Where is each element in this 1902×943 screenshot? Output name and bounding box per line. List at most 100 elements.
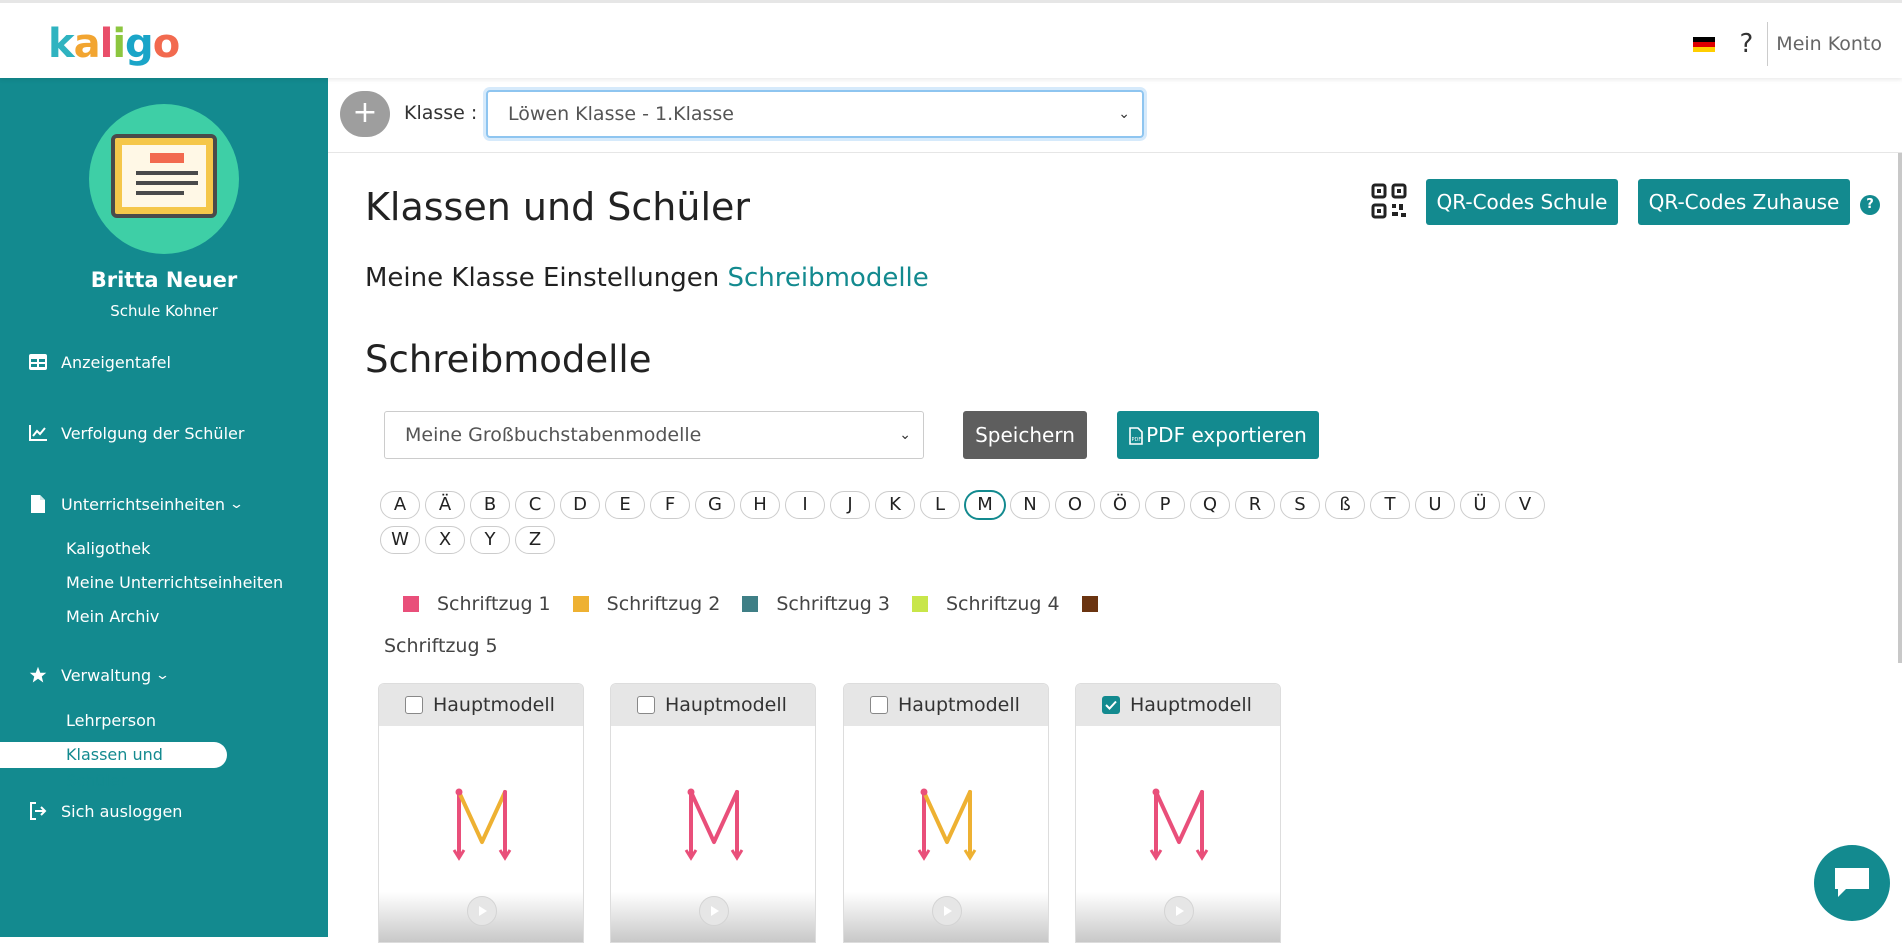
letter-button-2[interactable]: B (470, 491, 510, 519)
sidebar-item-archive[interactable]: Mein Archiv (66, 607, 159, 626)
model-card-label: Hauptmodell (1130, 694, 1252, 716)
play-icon[interactable] (467, 896, 497, 926)
letter-button-24[interactable]: Ü (1460, 491, 1500, 519)
star-icon (28, 665, 48, 685)
model-card-header[interactable]: Hauptmodell (844, 684, 1048, 726)
nav-dashboard[interactable]: Anzeigentafel (0, 352, 171, 372)
sidebar-item-teacher[interactable]: Lehrperson (66, 711, 156, 730)
checkbox-icon[interactable] (870, 696, 888, 714)
qr-codes-school-button[interactable]: QR-Codes Schule (1426, 179, 1618, 225)
model-card-header[interactable]: Hauptmodell (611, 684, 815, 726)
nav-units[interactable]: Unterrichtseinheiten ⌄ (0, 494, 244, 514)
class-select[interactable]: Löwen Klasse - 1.Klasse ⌄ (486, 90, 1144, 138)
avatar (89, 104, 239, 254)
nav-admin[interactable]: Verwaltung ⌄ (0, 665, 171, 685)
document-icon (28, 494, 48, 514)
letter-button-14[interactable]: N (1010, 491, 1050, 519)
export-pdf-button[interactable]: PDF PDF exportieren (1117, 411, 1319, 459)
school-name: Schule Kohner (110, 302, 218, 320)
letter-button-15[interactable]: O (1055, 491, 1095, 519)
letter-button-22[interactable]: T (1370, 491, 1410, 519)
play-icon[interactable] (932, 896, 962, 926)
checkbox-icon[interactable] (405, 696, 423, 714)
scrollbar[interactable] (1898, 153, 1902, 663)
nav-tracking-label: Verfolgung der Schüler (61, 423, 245, 443)
nav-tracking[interactable]: Verfolgung der Schüler (0, 423, 244, 443)
letter-button-9[interactable]: I (785, 491, 825, 519)
letter-m-glyph (684, 788, 744, 861)
model-card[interactable]: Hauptmodell (843, 683, 1049, 943)
stroke-legend: Schriftzug 1 Schriftzug 2 Schriftzug 3 Schr… (403, 593, 1116, 615)
nav-logout[interactable]: Sich ausloggen (0, 801, 182, 821)
letter-button-12[interactable]: L (920, 491, 960, 519)
help-circle-icon[interactable]: ? (1860, 195, 1880, 215)
nav-admin-label: Verwaltung (61, 665, 152, 685)
logo-letter: a (73, 21, 101, 67)
legend-swatch-4 (911, 596, 928, 612)
letter-button-28[interactable]: Y (470, 526, 510, 554)
letter-button-19[interactable]: R (1235, 491, 1275, 519)
account-link[interactable]: Mein Konto (1776, 33, 1882, 55)
letter-button-18[interactable]: Q (1190, 491, 1230, 519)
letter-button-6[interactable]: F (650, 491, 690, 519)
dashboard-icon (28, 352, 48, 372)
letter-button-17[interactable]: P (1145, 491, 1185, 519)
letter-button-0[interactable]: A (380, 491, 420, 519)
chevron-down-icon: ⌄ (154, 667, 171, 683)
model-card[interactable]: Hauptmodell (378, 683, 584, 943)
letter-button-16[interactable]: Ö (1100, 491, 1140, 519)
user-name: Britta Neuer (90, 268, 238, 292)
letter-button-29[interactable]: Z (515, 526, 555, 554)
pdf-file-icon: PDF (1129, 414, 1143, 462)
letter-button-13[interactable]: M (965, 491, 1005, 519)
class-select-value: Löwen Klasse - 1.Klasse (508, 103, 734, 125)
german-flag-icon[interactable] (1693, 36, 1716, 52)
sidebar-item-classes-students[interactable]: Klassen und Schüler (0, 742, 227, 790)
checkbox-checked-icon[interactable] (1102, 696, 1120, 714)
breadcrumb-link[interactable]: Schreibmodelle (727, 263, 928, 293)
letter-button-25[interactable]: V (1505, 491, 1545, 519)
letter-button-11[interactable]: K (875, 491, 915, 519)
sidebar-item-my-units[interactable]: Meine Unterrichtseinheiten (66, 573, 283, 592)
letter-button-3[interactable]: C (515, 491, 555, 519)
legend-swatch-1 (403, 596, 419, 612)
model-select[interactable]: Meine Großbuchstabenmodelle ⌄ (384, 411, 924, 459)
play-icon[interactable] (1164, 896, 1194, 926)
sidebar-item-kaligothek[interactable]: Kaligothek (66, 539, 150, 558)
add-class-button[interactable]: + (340, 91, 390, 137)
letter-button-4[interactable]: D (560, 491, 600, 519)
kaligo-logo[interactable]: kaligo (48, 21, 180, 67)
help-icon[interactable]: ? (1739, 29, 1753, 59)
divider (1767, 22, 1769, 66)
legend-label: Schriftzug 2 (606, 593, 721, 615)
letter-button-7[interactable]: G (695, 491, 735, 519)
letter-m-glyph (917, 788, 977, 861)
model-card[interactable]: Hauptmodell (1075, 683, 1281, 943)
letter-m-glyph (452, 788, 512, 861)
letter-button-20[interactable]: S (1280, 491, 1320, 519)
letter-button-23[interactable]: U (1415, 491, 1455, 519)
model-card-label: Hauptmodell (665, 694, 787, 716)
chat-button[interactable] (1814, 845, 1890, 921)
letter-button-5[interactable]: E (605, 491, 645, 519)
save-button[interactable]: Speichern (963, 411, 1087, 459)
model-card-header[interactable]: Hauptmodell (1076, 684, 1280, 726)
chevron-down-icon: ⌄ (1118, 106, 1130, 122)
letter-button-1[interactable]: Ä (425, 491, 465, 519)
qr-codes-home-button[interactable]: QR-Codes Zuhause (1638, 179, 1850, 225)
nav-units-label: Unterrichtseinheiten (61, 494, 225, 514)
main-content: Klassen und Schüler QR-Codes Schule QR-C… (328, 153, 1902, 943)
letter-button-26[interactable]: W (380, 526, 420, 554)
legend-swatch-5 (1081, 596, 1098, 612)
checkbox-icon[interactable] (637, 696, 655, 714)
letter-button-21[interactable]: ß (1325, 491, 1365, 519)
qr-code-icon[interactable] (1371, 183, 1407, 219)
model-card-header[interactable]: Hauptmodell (379, 684, 583, 726)
letter-button-8[interactable]: H (740, 491, 780, 519)
letter-button-10[interactable]: J (830, 491, 870, 519)
logo-letter: l (99, 21, 114, 67)
model-card[interactable]: Hauptmodell (610, 683, 816, 943)
play-icon[interactable] (699, 896, 729, 926)
letter-button-27[interactable]: X (425, 526, 465, 554)
breadcrumb-prefix: Meine Klasse Einstellungen (365, 263, 720, 293)
